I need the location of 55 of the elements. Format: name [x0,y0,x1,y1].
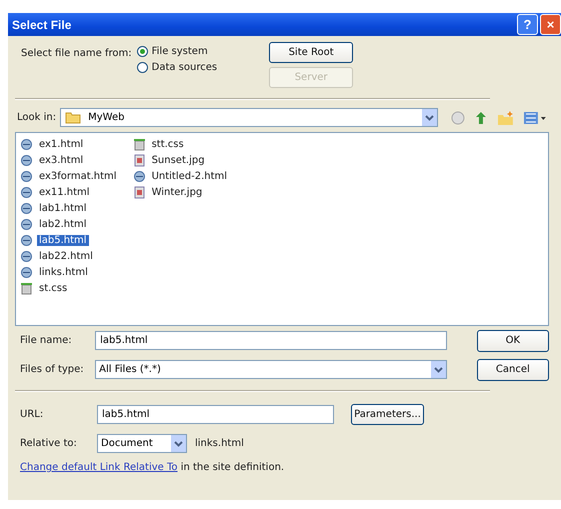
file-item[interactable]: st.css [20,280,119,296]
site-root-button[interactable]: Site Root [269,42,354,63]
folder-icon [65,111,82,124]
image-file-icon [132,154,146,166]
file-item[interactable]: ex1.html [20,136,119,152]
web-page-icon [20,186,33,198]
file-name-label: File name: [20,335,73,346]
view-menu-icon[interactable] [523,110,547,126]
look-in-dropdown[interactable]: MyWeb [60,108,438,127]
radio-option[interactable]: File system [136,46,218,57]
file-item[interactable]: ex11.html [20,184,119,200]
web-page-icon [20,170,33,182]
radio-option[interactable]: Data sources [136,62,218,73]
look-in-label: Look in: [17,112,56,123]
stylesheet-icon [132,138,146,150]
file-item[interactable]: ex3format.html [20,168,119,184]
source-label: Select file name from: [21,48,132,59]
file-item[interactable]: stt.css [132,136,230,152]
cancel-button[interactable]: Cancel [476,358,549,380]
parameters-button[interactable]: Parameters... [351,404,424,425]
site-definition-note: Change default Link Relative To in the site definition. [20,462,286,473]
relative-to-label: Relative to: [20,438,78,449]
web-page-icon [132,170,146,182]
file-item[interactable]: lab22.html [20,248,119,264]
file-item[interactable]: Winter.jpg [132,184,230,200]
web-page-icon [20,266,33,278]
file-item[interactable]: Sunset.jpg [132,152,230,168]
stylesheet-icon [20,282,33,294]
image-file-icon [132,186,146,198]
relative-to-dropdown[interactable]: Document [97,434,187,453]
web-page-icon [20,234,33,246]
web-page-icon [20,250,33,262]
file-item[interactable]: links.html [20,264,119,280]
back-icon[interactable] [450,110,466,126]
file-name-field[interactable]: lab5.html [95,331,447,350]
change-default-link[interactable]: Change default Link Relative To [20,462,178,473]
file-item[interactable]: lab2.html [20,216,119,232]
file-item[interactable]: Untitled-2.html [132,168,230,184]
url-field[interactable]: lab5.html [97,405,334,424]
window-title: Select File [12,18,72,32]
web-page-icon [20,202,33,214]
close-button[interactable]: × [540,14,561,35]
help-button[interactable]: ? [517,14,538,35]
web-page-icon [20,218,33,230]
ok-button[interactable]: OK [476,330,549,352]
file-item[interactable]: lab1.html [20,200,119,216]
web-page-icon [20,154,33,166]
web-page-icon [20,138,33,150]
new-folder-icon[interactable] [497,110,516,126]
relative-file-text: links.html [195,438,244,449]
url-label: URL: [20,409,44,420]
file-item[interactable]: lab5.html [20,232,119,248]
file-item[interactable]: ex3.html [20,152,119,168]
files-of-type-dropdown[interactable]: All Files (*.*) [95,360,447,379]
files-of-type-label: Files of type: [20,364,85,375]
